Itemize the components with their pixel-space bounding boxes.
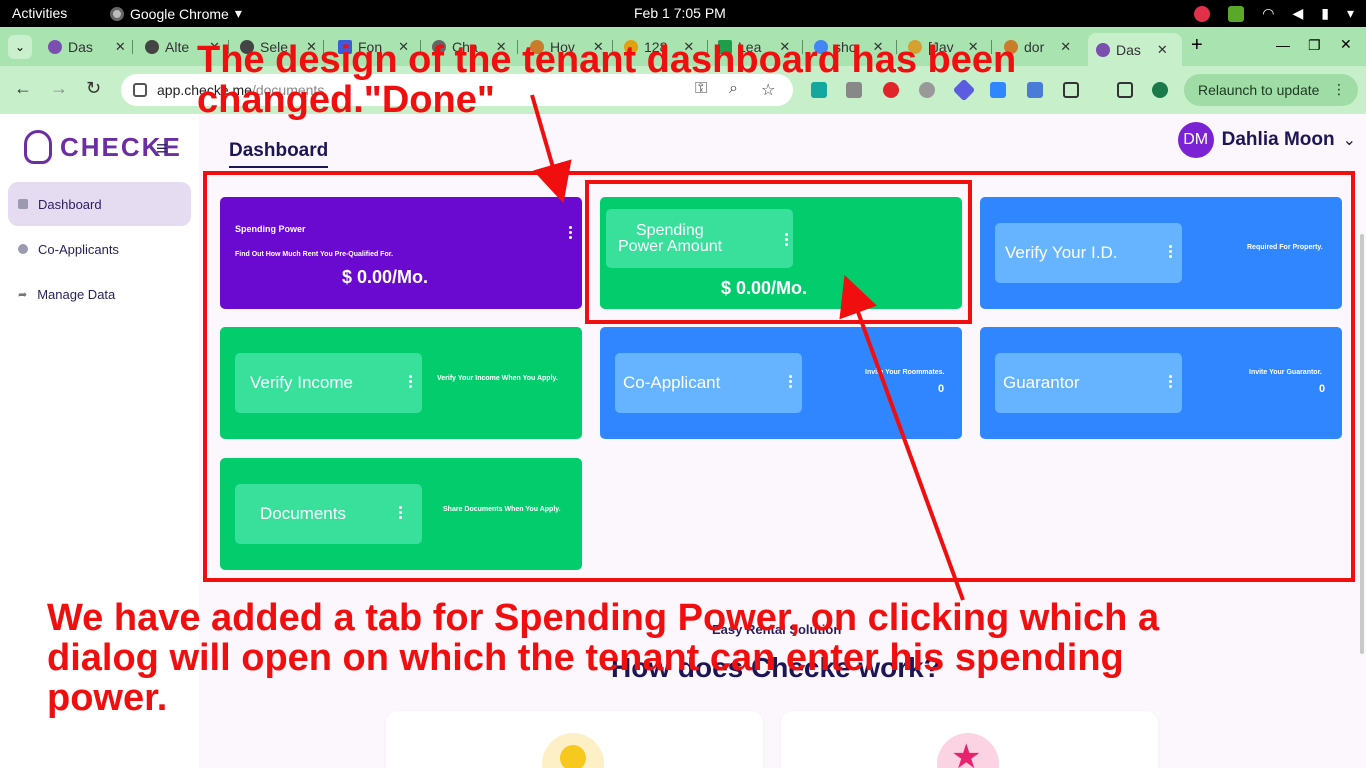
tab[interactable]: Das ✕ [48, 33, 126, 60]
scrollbar[interactable] [1360, 234, 1364, 654]
chrome-icon [110, 6, 124, 21]
volume-icon: ◀ [1292, 5, 1304, 21]
sidebar-item-label: Manage Data [37, 286, 116, 302]
profile-avatar[interactable] [1152, 82, 1168, 98]
menu-icon[interactable]: ≡ [156, 138, 168, 161]
chevron-down-icon: ▾ [234, 5, 242, 21]
tab-label: Das [68, 38, 93, 55]
tab-active[interactable]: Das ✕ [1088, 33, 1182, 66]
side-panel-icon[interactable] [1117, 82, 1133, 98]
chevron-down-icon: ⌄ [1342, 132, 1356, 149]
sidebar-item-label: Dashboard [38, 196, 102, 212]
do-not-disturb-icon [1194, 5, 1211, 22]
system-tray[interactable]: ◠ ◀ ▮ ▾ [1194, 5, 1354, 22]
relaunch-button[interactable]: Relaunch to update ⋮ [1184, 74, 1358, 106]
forward-button[interactable]: → [50, 78, 68, 99]
site-icon [1096, 42, 1110, 57]
window-close-button[interactable]: ✕ [1340, 36, 1352, 53]
back-button[interactable]: ← [14, 78, 32, 99]
feature-card [386, 711, 763, 768]
wifi-icon: ◠ [1262, 5, 1275, 21]
minimize-button[interactable]: — [1276, 37, 1290, 53]
activities-button[interactable]: Activities [12, 5, 67, 21]
user-menu[interactable]: DM Dahlia Moon ⌄ [1177, 122, 1356, 158]
avatar: DM [1177, 122, 1214, 158]
lightbulb-icon [542, 733, 604, 768]
site-info-icon[interactable] [133, 83, 147, 97]
chevron-down-icon: ▾ [1346, 5, 1354, 21]
os-top-bar: Activities Google Chrome ▾ Feb 1 7:05 PM… [0, 0, 1366, 27]
close-icon[interactable]: ✕ [115, 39, 126, 55]
maximize-button[interactable]: ❐ [1308, 37, 1321, 54]
clock[interactable]: Feb 1 7:05 PM [634, 5, 726, 21]
sidebar-item-label: Co-Applicants [38, 241, 119, 257]
tab-search-button[interactable]: ⌄ [8, 35, 32, 59]
more-icon: ⋮ [1332, 81, 1346, 97]
user-icon [18, 244, 28, 254]
share-icon: ➦ [18, 288, 28, 301]
site-icon [145, 39, 159, 54]
feature-card: ★ [781, 711, 1158, 768]
close-icon[interactable]: ✕ [1157, 42, 1168, 58]
annotation-bottom: We have added a tab for Spending Power, … [47, 597, 1160, 719]
tab-label: Alte [165, 38, 190, 55]
star-icon: ★ [937, 733, 999, 768]
page-title[interactable]: Dashboard [229, 140, 329, 168]
annotation-box-spending [585, 180, 972, 324]
sidebar-item-dashboard[interactable]: Dashboard [8, 182, 191, 226]
tab-label: Das [1116, 41, 1141, 58]
app-menu[interactable]: Google Chrome ▾ [110, 5, 242, 22]
new-tab-button[interactable]: + [1191, 34, 1203, 57]
battery-icon: ▮ [1321, 5, 1329, 21]
sidebar-item-co-applicants[interactable]: Co-Applicants [8, 227, 191, 271]
update-icon [1228, 5, 1245, 22]
document-icon [18, 199, 28, 209]
annotation-top: The design of the tenant dashboard has b… [197, 39, 1017, 121]
user-name: Dahlia Moon [1221, 129, 1335, 150]
site-icon [48, 39, 62, 54]
sidebar-item-manage-data[interactable]: ➦ Manage Data [8, 272, 191, 316]
app-name: Google Chrome [130, 5, 229, 22]
reload-button[interactable]: ↻ [86, 78, 101, 99]
fingerprint-icon [24, 130, 52, 164]
